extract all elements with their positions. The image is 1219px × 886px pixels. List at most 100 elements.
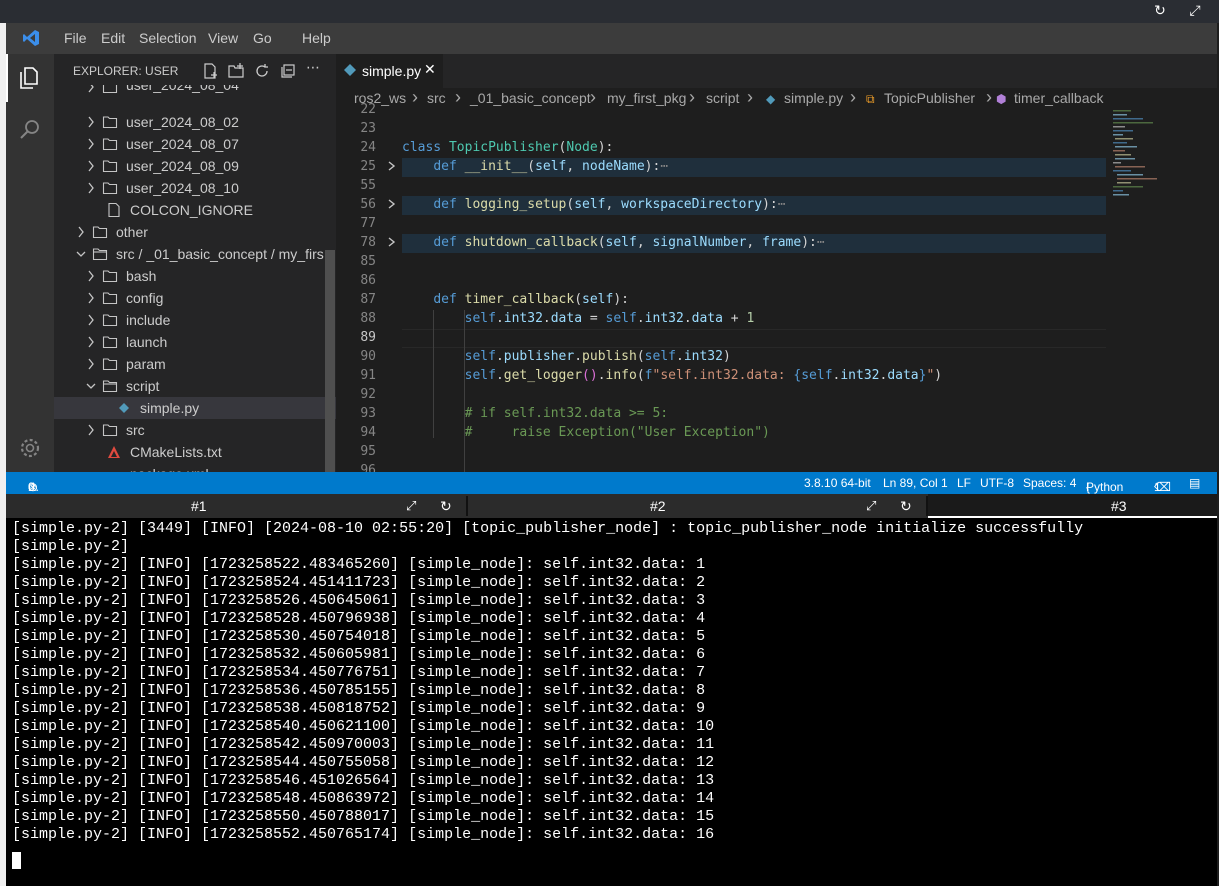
code-line[interactable]: 24 class TopicPublisher(Node): xyxy=(336,139,1106,158)
tree-item[interactable]: src / _01_basic_concept / my_firs... xyxy=(54,243,336,265)
terminal-line: [simple.py-2] [INFO] [1723258550.4507880… xyxy=(12,808,715,825)
search-icon[interactable] xyxy=(18,118,42,142)
menu-edit[interactable]: Edit xyxy=(101,30,125,46)
menu-view[interactable]: View xyxy=(208,30,238,46)
tree-item[interactable]: param xyxy=(54,353,336,375)
tree-item[interactable]: script xyxy=(54,375,336,397)
tree-item[interactable]: COLCON_IGNORE xyxy=(54,199,336,221)
terminal-output[interactable]: [simple.py-2] [3449] [INFO] [2024-08-10 … xyxy=(6,518,1217,886)
sidebar-scrollbar[interactable] xyxy=(325,250,335,472)
tree-item[interactable]: simple.py xyxy=(54,397,336,419)
menu-selection[interactable]: Selection xyxy=(139,30,197,46)
new-folder-icon[interactable] xyxy=(227,62,245,80)
code-line[interactable]: 85 xyxy=(336,253,1106,272)
indent-indicator[interactable]: Spaces: 4 xyxy=(1023,476,1076,490)
code-line[interactable]: 93 # if self.int32.data >= 5: xyxy=(336,405,1106,424)
terminal-tab-1[interactable]: #1 ⤢ ↻ xyxy=(6,494,466,518)
tree-item[interactable]: user_2024_08_10 xyxy=(54,177,336,199)
more-actions-icon[interactable]: ⋯ xyxy=(306,60,324,78)
chevron-right-icon[interactable] xyxy=(84,268,98,284)
eol-indicator[interactable]: LF xyxy=(957,476,971,490)
cursor-position[interactable]: Ln 89, Col 1 xyxy=(883,476,948,490)
minimap-line xyxy=(1113,142,1127,144)
chevron-down-icon[interactable] xyxy=(84,378,98,394)
tab-label: simple.py xyxy=(362,63,422,79)
new-file-icon[interactable] xyxy=(202,62,220,80)
menu-help[interactable]: Help xyxy=(302,30,331,46)
status-bar: ⊗ 0 ⚠ 0 3.8.10 64-bit Ln 89, Col 1 LF UT… xyxy=(6,472,1217,494)
code-line[interactable]: 78 def shutdown_callback(self, signalNum… xyxy=(360,234,1106,253)
menu-go[interactable]: Go xyxy=(253,30,272,46)
code-line[interactable]: 91 self.get_logger().info(f"self.int32.d… xyxy=(336,367,1106,386)
tree-item[interactable]: user_2024_08_09 xyxy=(54,155,336,177)
chevron-right-icon[interactable] xyxy=(84,312,98,328)
menu-file[interactable]: File xyxy=(64,30,87,46)
expand-icon[interactable]: ⤢ xyxy=(1185,2,1205,20)
terminal-tab-3[interactable]: #3 xyxy=(928,494,1217,518)
tab-simple-py[interactable]: simple.py ✕ xyxy=(336,54,443,88)
code-line[interactable]: 25 def __init__(self, nodeName):⋯ xyxy=(360,158,1106,177)
chevron-right-icon[interactable] xyxy=(74,224,88,240)
minimap[interactable] xyxy=(1113,110,1201,200)
reload-icon[interactable]: ↻ xyxy=(1150,2,1170,20)
code-line[interactable]: 87 def timer_callback(self): xyxy=(336,291,1106,310)
chevron-right-icon[interactable] xyxy=(84,290,98,306)
tree-item[interactable]: user_2024_08_04 xyxy=(54,85,336,95)
tree-item[interactable]: other xyxy=(54,221,336,243)
chevron-right-icon[interactable] xyxy=(84,334,98,350)
code-editor[interactable]: 22 23 24 class TopicPublisher(Node): 25 def … xyxy=(336,100,1217,472)
tree-item[interactable]: <>package.xml xyxy=(54,463,336,472)
code-line[interactable]: 95 xyxy=(336,443,1106,462)
code-line[interactable]: 23 xyxy=(336,120,1106,139)
chevron-right-icon[interactable] xyxy=(84,114,98,130)
chevron-right-icon[interactable] xyxy=(84,356,98,372)
code-line[interactable]: 92 xyxy=(336,386,1106,405)
chevron-right-icon[interactable] xyxy=(84,158,98,174)
tree-item[interactable]: src xyxy=(54,419,336,441)
chevron-right-icon[interactable] xyxy=(84,85,98,95)
code-line[interactable]: 96 xyxy=(336,462,1106,472)
terminal-tab-label: #3 xyxy=(1111,498,1127,514)
tree-item[interactable]: include xyxy=(54,309,336,331)
code-line[interactable]: 88 self.int32.data = self.int32.data + 1 xyxy=(336,310,1106,329)
chevron-right-icon[interactable] xyxy=(386,235,398,249)
chevron-right-icon[interactable] xyxy=(386,159,398,173)
tree-item[interactable]: CMakeLists.txt xyxy=(54,441,336,463)
encoding-indicator[interactable]: UTF-8 xyxy=(980,476,1014,490)
folder-icon xyxy=(92,226,108,239)
code-line[interactable]: 56 def logging_setup(self, workspaceDire… xyxy=(360,196,1106,215)
chevron-right-icon[interactable] xyxy=(84,136,98,152)
minimap-line xyxy=(1115,138,1133,140)
code-line[interactable]: 22 xyxy=(336,101,1106,120)
code-line[interactable]: 77 xyxy=(336,215,1106,234)
tree-item[interactable]: user_2024_08_07 xyxy=(54,133,336,155)
code-line[interactable]: 55 xyxy=(336,177,1106,196)
terminal-line: [simple.py-2] [INFO] [1723258534.4507767… xyxy=(12,664,706,681)
minimap-line xyxy=(1115,158,1135,160)
maximize-icon[interactable]: ⤢ xyxy=(866,498,882,514)
tree-item[interactable]: launch xyxy=(54,331,336,353)
tree-item[interactable]: bash xyxy=(54,265,336,287)
terminal-tab-2[interactable]: #2 ⤢ ↻ xyxy=(468,494,926,518)
feedback-icon[interactable]: ▤ xyxy=(1189,476,1200,490)
tree-item[interactable]: config xyxy=(54,287,336,309)
code-line[interactable]: 90 self.publisher.publish(self.int32) xyxy=(336,348,1106,367)
code-line[interactable]: 86 xyxy=(336,272,1106,291)
chevron-right-icon[interactable] xyxy=(84,180,98,196)
maximize-icon[interactable]: ⤢ xyxy=(406,498,422,514)
python-interpreter[interactable]: 3.8.10 64-bit xyxy=(804,476,871,490)
terminal-line: [simple.py-2] [INFO] [1723258530.4507540… xyxy=(12,628,706,645)
refresh-icon[interactable] xyxy=(253,62,271,80)
settings-gear-icon[interactable] xyxy=(18,436,42,460)
restart-icon[interactable]: ↻ xyxy=(900,498,916,514)
close-icon[interactable]: ✕ xyxy=(424,62,436,78)
tree-item[interactable]: user_2024_08_02 xyxy=(54,111,336,133)
restart-icon[interactable]: ↻ xyxy=(440,498,456,514)
code-line[interactable]: 94 # raise Exception("User Exception") xyxy=(336,424,1106,443)
chevron-right-icon[interactable] xyxy=(84,422,98,438)
chevron-right-icon[interactable] xyxy=(386,197,398,211)
collapse-all-icon[interactable] xyxy=(279,62,297,80)
tree-item-label: script xyxy=(126,378,160,394)
chevron-down-icon[interactable] xyxy=(74,246,88,262)
explorer-icon[interactable] xyxy=(18,66,42,90)
